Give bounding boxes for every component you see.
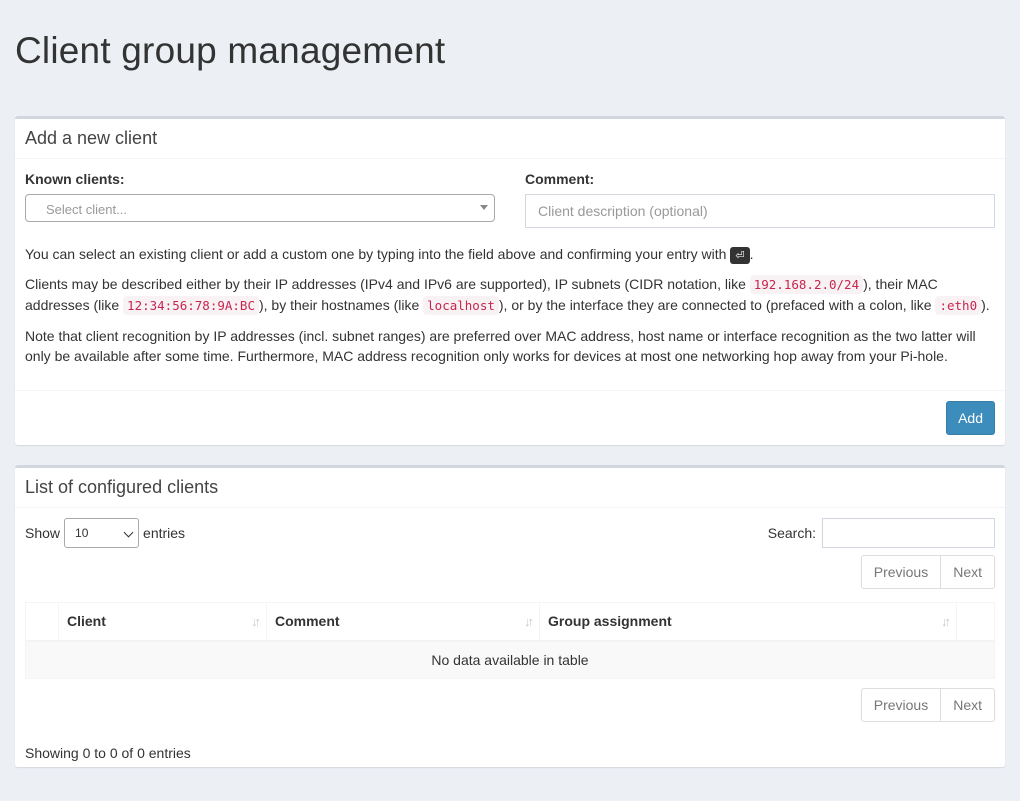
comment-input[interactable] bbox=[525, 194, 995, 228]
search-control: Search: bbox=[768, 518, 995, 548]
pagination-bottom: Previous Next bbox=[25, 688, 995, 722]
add-client-box: Add a new client Known clients: Select c… bbox=[15, 116, 1005, 445]
select-placeholder: Select client... bbox=[46, 202, 127, 217]
previous-button[interactable]: Previous bbox=[860, 688, 942, 722]
column-header-client[interactable]: Client ↓↑ bbox=[58, 602, 267, 642]
show-label: Show bbox=[25, 525, 61, 541]
column-group-label: Group assignment bbox=[548, 613, 672, 630]
help-paragraph-select: You can select an existing client or add… bbox=[25, 244, 995, 264]
add-client-footer: Add bbox=[15, 390, 1005, 445]
sort-icon: ↓↑ bbox=[251, 614, 261, 629]
dropdown-arrow-icon bbox=[480, 205, 488, 210]
column-header-actions bbox=[956, 602, 995, 642]
add-client-body: Known clients: Select client... Comment:… bbox=[15, 159, 1005, 386]
next-button[interactable]: Next bbox=[941, 688, 995, 722]
next-button[interactable]: Next bbox=[941, 555, 995, 589]
help-paragraph-formats: Clients may be described either by their… bbox=[25, 274, 995, 316]
chevron-down-icon bbox=[123, 527, 134, 538]
client-list-header: List of configured clients bbox=[15, 468, 1005, 508]
sort-icon: ↓↑ bbox=[941, 614, 951, 629]
empty-table-message: No data available in table bbox=[25, 640, 995, 679]
column-comment-label: Comment bbox=[275, 613, 340, 630]
help-line1: You can select an existing client or add… bbox=[25, 246, 727, 262]
code-interface-example: :eth0 bbox=[935, 296, 982, 315]
client-list-title: List of configured clients bbox=[25, 477, 219, 497]
clients-table: Client ↓↑ Comment ↓↑ Group assignment ↓↑ No… bbox=[25, 602, 995, 679]
code-mac-example: 12:34:56:78:9A:BC bbox=[123, 296, 259, 315]
column-header-select bbox=[25, 602, 59, 642]
help-line2-e: ). bbox=[981, 297, 990, 313]
help-line2-c: ), by their hostnames (like bbox=[258, 297, 424, 313]
search-input[interactable] bbox=[822, 518, 995, 548]
help-line2-d: ), or by the interface they are connecte… bbox=[498, 297, 936, 313]
enter-key-icon: ⏎ bbox=[730, 246, 750, 264]
page-length-control: Show 10 entries bbox=[25, 518, 185, 548]
client-list-body: Show 10 entries Search: Previous Next Cl… bbox=[15, 508, 1005, 771]
help-text: You can select an existing client or add… bbox=[25, 244, 995, 366]
known-clients-select[interactable]: Select client... bbox=[25, 194, 495, 222]
pagination-top: Previous Next bbox=[25, 555, 995, 589]
known-clients-label: Known clients: bbox=[25, 171, 125, 187]
search-label: Search: bbox=[767, 525, 816, 541]
comment-label: Comment: bbox=[525, 171, 595, 187]
page-title: Client group management bbox=[15, 30, 446, 71]
help-paragraph-note: Note that client recognition by IP addre… bbox=[25, 328, 976, 364]
column-header-group-assignment[interactable]: Group assignment ↓↑ bbox=[539, 602, 957, 642]
entries-label: entries bbox=[143, 525, 186, 541]
add-client-header: Add a new client bbox=[15, 119, 1005, 159]
column-header-comment[interactable]: Comment ↓↑ bbox=[266, 602, 540, 642]
page-length-value: 10 bbox=[75, 526, 89, 540]
table-info: Showing 0 to 0 of 0 entries bbox=[25, 745, 191, 761]
add-button[interactable]: Add bbox=[946, 401, 995, 435]
previous-button[interactable]: Previous bbox=[860, 555, 942, 589]
help-line1-end: . bbox=[749, 246, 754, 262]
column-client-label: Client bbox=[67, 613, 106, 630]
help-line2-a: Clients may be described either by their… bbox=[25, 276, 750, 292]
add-client-title: Add a new client bbox=[25, 128, 158, 148]
client-list-box: List of configured clients Show 10 entri… bbox=[15, 465, 1005, 767]
code-cidr-example: 192.168.2.0/24 bbox=[749, 275, 864, 294]
table-header-row: Client ↓↑ Comment ↓↑ Group assignment ↓↑ bbox=[25, 602, 995, 642]
table-row: No data available in table bbox=[25, 640, 995, 679]
code-hostname-example: localhost bbox=[423, 296, 499, 315]
sort-icon: ↓↑ bbox=[524, 614, 534, 629]
page-length-select[interactable]: 10 bbox=[64, 518, 140, 548]
